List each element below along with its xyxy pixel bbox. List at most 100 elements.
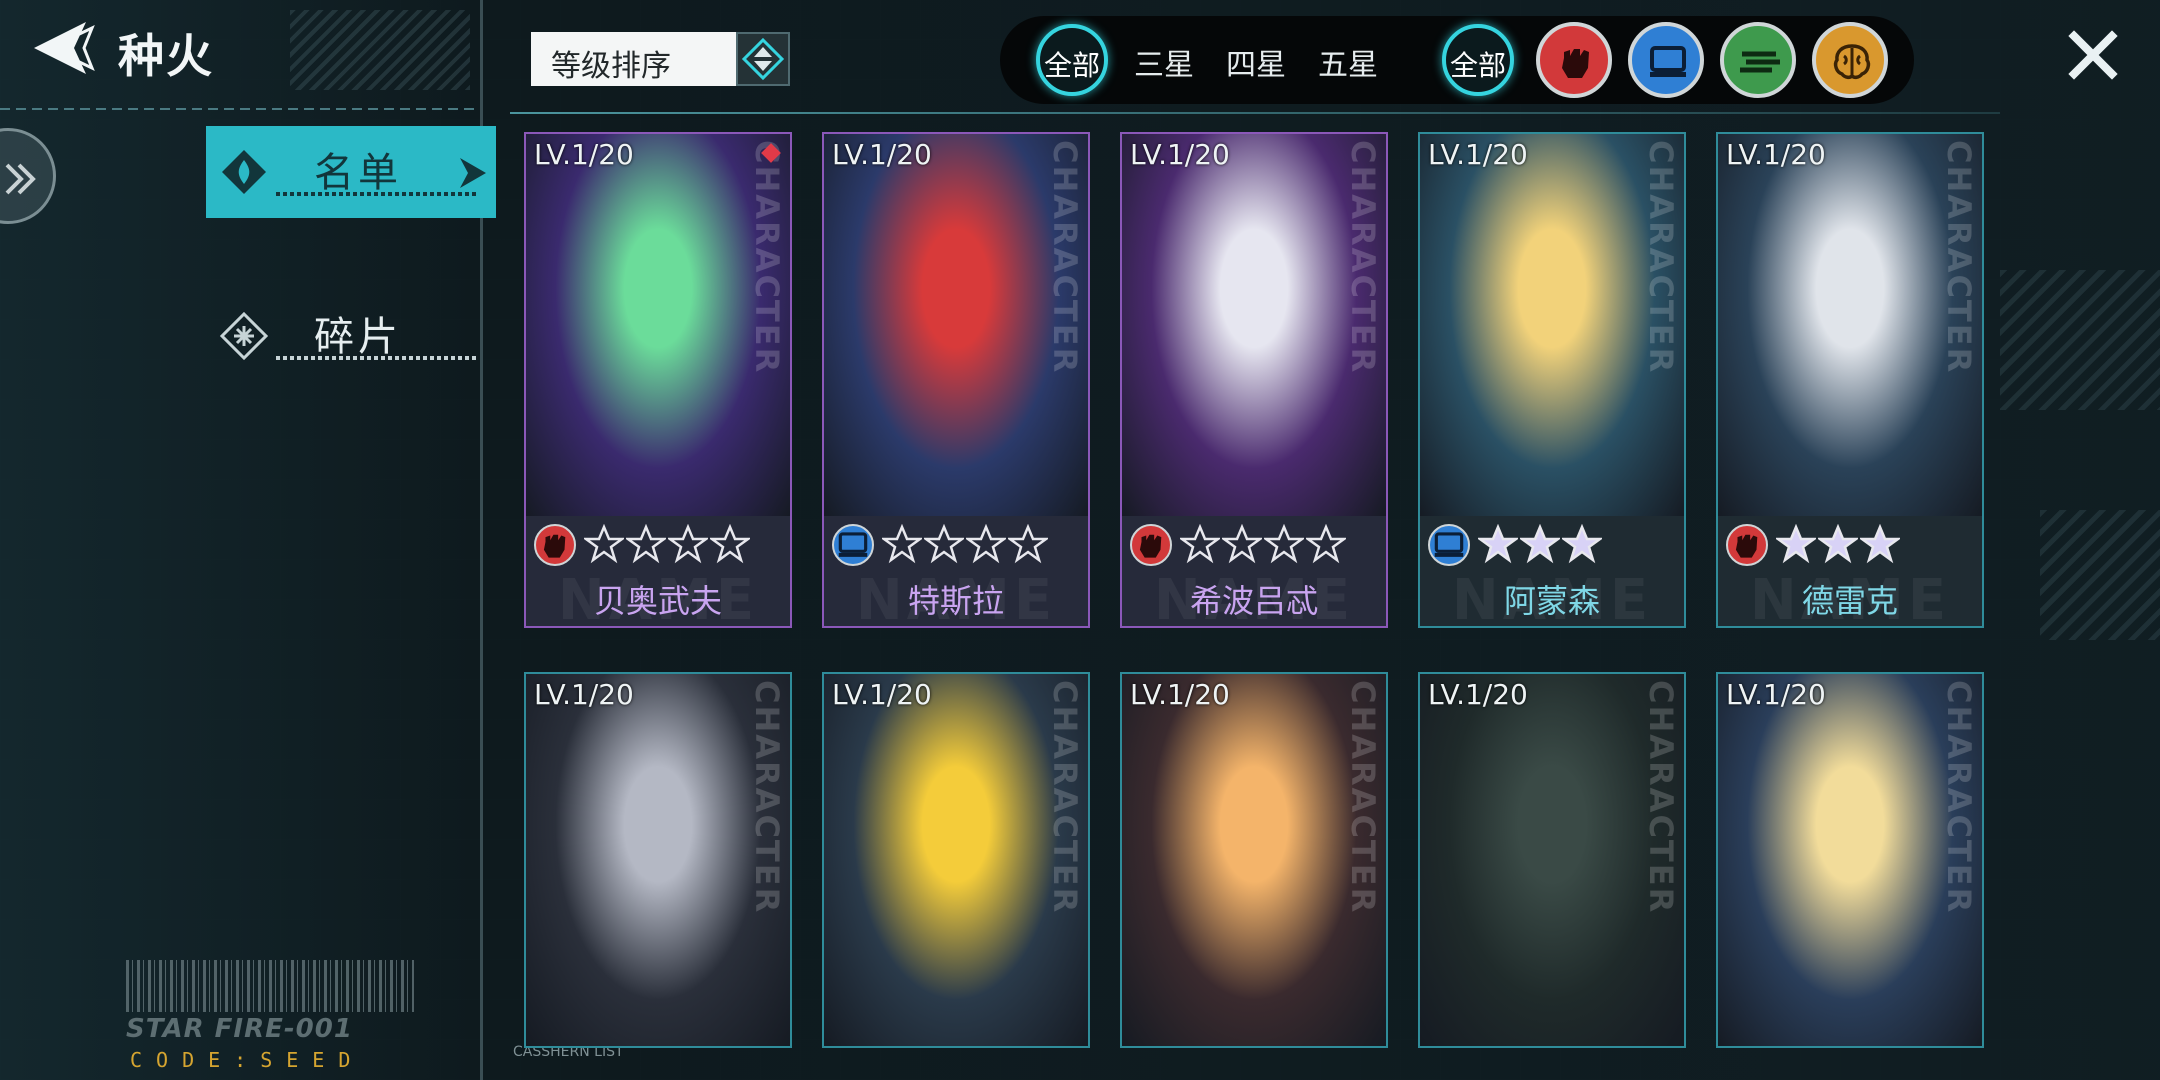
card-level: LV.1/20 xyxy=(1428,678,1528,711)
card-info-panel: NAME 德雷克 xyxy=(1718,516,1982,626)
class-fist-icon xyxy=(1726,524,1768,566)
star-icon xyxy=(1306,524,1346,564)
card-side-text: CHARACTER xyxy=(1642,680,1680,915)
filter-rarity-all[interactable]: 全部 xyxy=(1036,24,1108,96)
close-icon xyxy=(2068,30,2118,80)
card-level: LV.1/20 xyxy=(1428,138,1528,171)
character-card[interactable]: CHARACTER LV.1/20 NAME 德雷克 xyxy=(1716,132,1984,628)
card-info-panel: NAME 阿蒙森 xyxy=(1420,516,1684,626)
character-card[interactable]: CHARACTER LV.1/20 NAME 阿蒙森 xyxy=(1418,132,1686,628)
card-level: LV.1/20 xyxy=(1130,678,1230,711)
filter-three-star[interactable]: 三星 xyxy=(1134,40,1194,83)
star-icon xyxy=(1520,524,1560,564)
close-button[interactable] xyxy=(2068,30,2118,80)
card-name: 贝奥武夫 xyxy=(593,582,722,620)
page-title: 种火 xyxy=(118,29,214,83)
star-icon xyxy=(1478,524,1518,564)
character-card[interactable]: CHARACTER LV.1/20 xyxy=(1716,672,1984,1048)
star-rating xyxy=(584,524,750,566)
star-icon xyxy=(1776,524,1816,564)
class-monitor-icon xyxy=(1428,524,1470,566)
chevron-right-icon xyxy=(460,158,486,188)
card-level: LV.1/20 xyxy=(1726,678,1826,711)
star-icon xyxy=(1222,524,1262,564)
character-card[interactable]: CHARACTER LV.1/20 xyxy=(1120,672,1388,1048)
filter-bar: 全部 三星 四星 五星 全部 xyxy=(1000,16,1914,104)
filter-class-fist[interactable] xyxy=(1536,22,1612,98)
star-icon xyxy=(1860,524,1900,564)
filter-class-tech[interactable] xyxy=(1628,22,1704,98)
card-side-text: CHARACTER xyxy=(1642,140,1680,375)
card-level: LV.1/20 xyxy=(832,138,932,171)
monitor-icon xyxy=(1650,46,1686,77)
class-fist-icon xyxy=(1130,524,1172,566)
character-card[interactable]: CHARACTER LV.1/20 NAME 希波吕忒 xyxy=(1120,132,1388,628)
grid-top-line xyxy=(510,112,2000,114)
star-icon xyxy=(626,524,666,564)
hatch-decoration xyxy=(2040,510,2160,640)
star-icon xyxy=(1180,524,1220,564)
sort-label: 等级排序 xyxy=(551,49,671,84)
footer-code-title: STAR FIRE-001 xyxy=(126,1014,353,1044)
footer-code-sub: CODE:SEED xyxy=(130,1048,365,1072)
sort-order-toggle[interactable] xyxy=(736,32,790,86)
card-side-text: CHARACTER xyxy=(1344,140,1382,375)
character-card[interactable]: CHARACTER LV.1/20 NAME 贝奥武夫 xyxy=(524,132,792,628)
star-icon xyxy=(1008,524,1048,564)
back-button[interactable] xyxy=(28,18,96,80)
star-icon xyxy=(1562,524,1602,564)
sort-arrows-icon xyxy=(741,37,785,81)
star-icon xyxy=(584,524,624,564)
star-rating xyxy=(1478,524,1602,566)
card-name: 德雷克 xyxy=(1801,582,1898,620)
tab-roster[interactable]: 名单 xyxy=(206,126,496,218)
card-side-text: CHARACTER xyxy=(1344,680,1382,915)
header-divider xyxy=(0,108,480,110)
brain-icon xyxy=(1833,44,1871,80)
fist-icon xyxy=(1562,49,1589,78)
filter-class-all[interactable]: 全部 xyxy=(1442,24,1514,96)
tab-underline xyxy=(276,356,476,360)
hatch-decoration xyxy=(290,10,470,90)
class-monitor-icon xyxy=(832,524,874,566)
character-card[interactable]: CHARACTER LV.1/20 xyxy=(524,672,792,1048)
card-name: 特斯拉 xyxy=(907,582,1004,620)
filter-five-star[interactable]: 五星 xyxy=(1318,40,1378,83)
shard-badge-icon xyxy=(220,312,268,360)
star-icon xyxy=(966,524,1006,564)
card-level: LV.1/20 xyxy=(832,678,932,711)
star-icon xyxy=(882,524,922,564)
flame-badge-icon xyxy=(222,150,266,194)
card-level: LV.1/20 xyxy=(534,678,634,711)
star-icon xyxy=(1264,524,1304,564)
card-level: LV.1/20 xyxy=(534,138,634,171)
filter-class-mind[interactable] xyxy=(1812,22,1888,98)
card-name: 阿蒙森 xyxy=(1503,582,1600,620)
double-chevron-icon xyxy=(5,163,36,195)
card-side-text: CHARACTER xyxy=(1940,680,1978,915)
filter-rarity-all-label: 全部 xyxy=(1043,49,1100,82)
star-icon xyxy=(924,524,964,564)
filter-class-all-label: 全部 xyxy=(1449,49,1506,82)
star-rating xyxy=(1776,524,1900,566)
tab-fragments-label: 碎片 xyxy=(314,314,402,360)
card-side-text: CHARACTER xyxy=(748,680,786,915)
filter-class-speed[interactable] xyxy=(1720,22,1796,98)
star-icon xyxy=(668,524,708,564)
character-card[interactable]: CHARACTER LV.1/20 xyxy=(1418,672,1686,1048)
class-fist-icon xyxy=(534,524,576,566)
card-side-text: CHARACTER xyxy=(748,140,786,375)
hatch-decoration xyxy=(2000,270,2160,410)
card-level: LV.1/20 xyxy=(1726,138,1826,171)
back-arrow-icon xyxy=(34,22,95,74)
filter-four-star[interactable]: 四星 xyxy=(1226,40,1286,83)
card-level: LV.1/20 xyxy=(1130,138,1230,171)
star-icon xyxy=(710,524,750,564)
card-info-panel: NAME 特斯拉 xyxy=(824,516,1088,626)
star-icon xyxy=(1818,524,1858,564)
tab-roster-label: 名单 xyxy=(314,150,402,196)
tab-fragments[interactable]: 碎片 xyxy=(206,290,496,382)
card-info-panel: NAME 贝奥武夫 xyxy=(526,516,790,626)
character-card[interactable]: CHARACTER LV.1/20 xyxy=(822,672,1090,1048)
character-card[interactable]: CHARACTER LV.1/20 NAME 特斯拉 xyxy=(822,132,1090,628)
